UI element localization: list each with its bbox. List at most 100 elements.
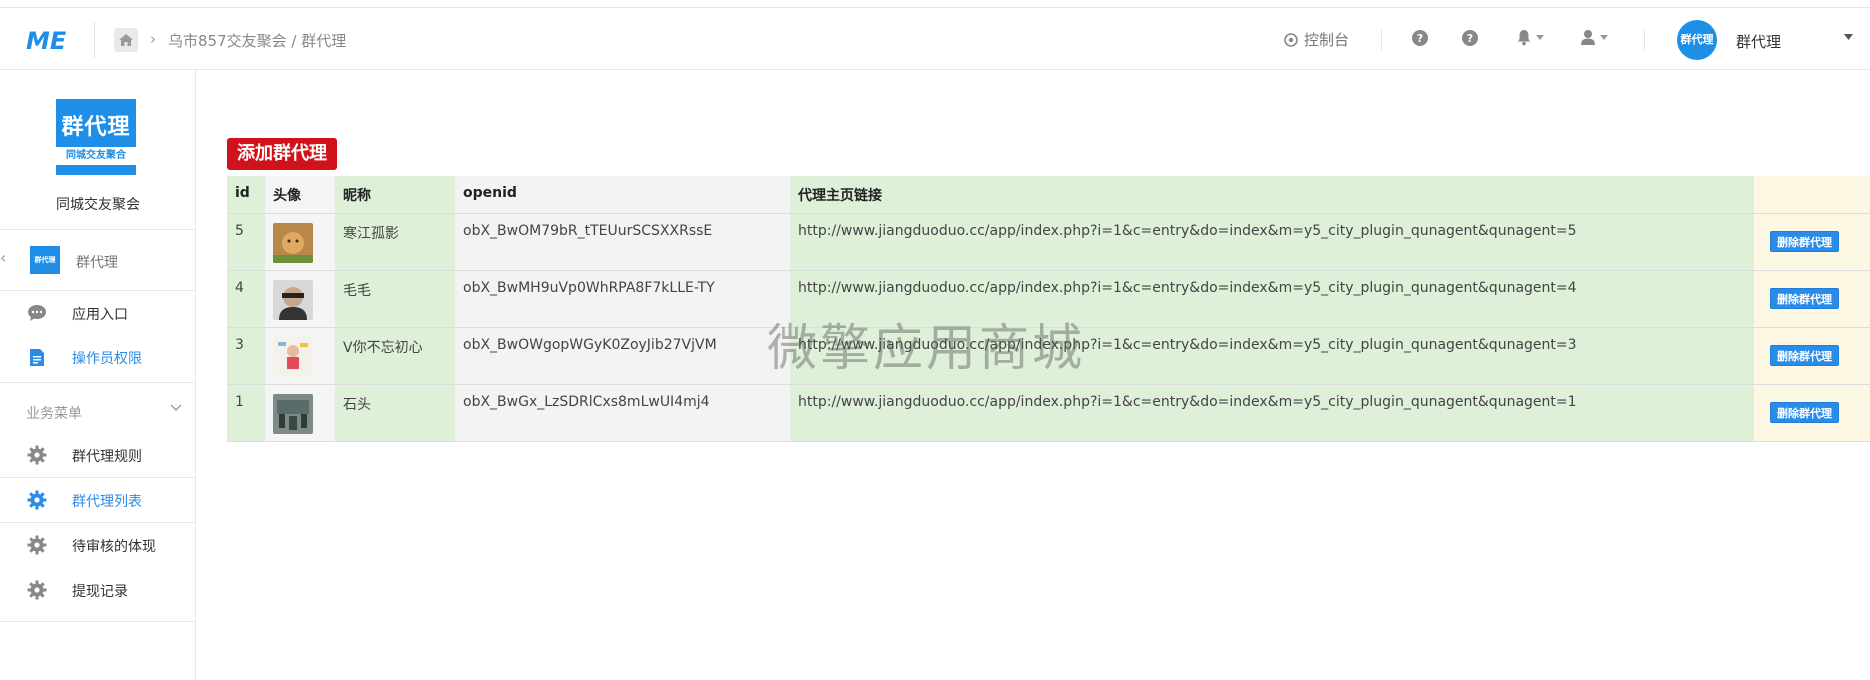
svg-text:ME: ME: [26, 27, 67, 55]
delete-agent-button[interactable]: 删除群代理: [1770, 344, 1839, 366]
chevron-down-icon[interactable]: [170, 404, 182, 412]
delete-agent-button[interactable]: 删除群代理: [1770, 230, 1839, 252]
agent-table: id 头像 昵称 openid 代理主页链接 5 寒江孤影 obX_BwOM79…: [227, 176, 1870, 442]
document-icon: [27, 347, 47, 367]
gear-icon: [27, 445, 47, 465]
header-divider: [1381, 30, 1382, 50]
help-icon[interactable]: ?: [1411, 29, 1429, 47]
cell-avatar: [265, 213, 335, 271]
column-header-id: id: [227, 176, 265, 214]
cell-link[interactable]: http://www.jiangduoduo.cc/app/index.php?…: [790, 327, 1754, 385]
sidebar-item-pending-withdrawals[interactable]: 待审核的体现: [0, 523, 196, 567]
sidebar-item-app-entry[interactable]: 应用入口: [0, 291, 196, 335]
user-icon: [1581, 30, 1595, 45]
divider: [0, 382, 196, 383]
user-menu-button[interactable]: [1580, 29, 1608, 46]
user-avatar[interactable]: [273, 336, 313, 377]
console-label: 控制台: [1304, 31, 1350, 49]
cell-openid: obX_BwMH9uVp0WhRPA8F7kLLE-TY: [455, 270, 790, 328]
top-header: ME › 乌市857交友聚会 / 群代理 控制台 ? ? 群代理 群代理: [0, 8, 1870, 70]
cell-avatar: [265, 384, 335, 442]
sidebar: 群代理 同城交友聚合 同城交友聚会 ‹ 群代理 群代理 应用入口 操作员权限 业…: [0, 70, 196, 680]
delete-agent-button[interactable]: 删除群代理: [1770, 401, 1839, 423]
user-avatar[interactable]: [273, 393, 313, 434]
browser-strip: [0, 0, 1870, 8]
cell-nickname: V你不忘初心: [335, 327, 455, 385]
cell-actions: 删除群代理: [1754, 213, 1870, 271]
comment-icon: [27, 303, 47, 323]
chevron-right-icon: ›: [150, 30, 156, 48]
caret-down-icon: [1600, 35, 1608, 40]
cell-openid: obX_BwOWgopWGyK0ZoyJib27VjVM: [455, 327, 790, 385]
section-title: 业务菜单: [26, 406, 82, 422]
cell-id: 3: [227, 327, 265, 385]
cell-id: 5: [227, 213, 265, 271]
home-icon[interactable]: [114, 28, 138, 52]
cell-nickname: 石头: [335, 384, 455, 442]
cell-id: 4: [227, 270, 265, 328]
table-row: 5 寒江孤影 obX_BwOM79bR_tTEUurSCSXXRssE http…: [227, 213, 1870, 271]
column-header-actions: [1754, 176, 1870, 214]
sidebar-item-label: 群代理规则: [72, 449, 142, 465]
divider: [0, 229, 196, 230]
delete-agent-button[interactable]: 删除群代理: [1770, 287, 1839, 309]
notifications-button[interactable]: [1516, 29, 1544, 46]
add-agent-button[interactable]: 添加群代理: [227, 138, 337, 170]
cell-link[interactable]: http://www.jiangduoduo.cc/app/index.php?…: [790, 384, 1754, 442]
table-header-row: id 头像 昵称 openid 代理主页链接: [227, 176, 1870, 214]
sidebar-item-label: 待审核的体现: [72, 539, 156, 555]
app-logo[interactable]: 群代理 同城交友聚合: [56, 99, 136, 175]
header-divider: [1644, 30, 1645, 50]
sidebar-item-agent-rules[interactable]: 群代理规则: [0, 433, 196, 477]
console-link[interactable]: 控制台: [1284, 29, 1349, 50]
sidebar-item-label: 应用入口: [72, 307, 128, 323]
column-header-openid: openid: [455, 176, 790, 214]
cell-actions: 删除群代理: [1754, 384, 1870, 442]
sidebar-item-label: 操作员权限: [72, 351, 142, 367]
chevron-left-icon[interactable]: ‹: [0, 248, 6, 267]
caret-down-icon: [1536, 35, 1544, 40]
cell-nickname: 寒江孤影: [335, 213, 455, 271]
table-row: 3 V你不忘初心 obX_BwOWgopWGyK0ZoyJib27VjVM ht…: [227, 327, 1870, 385]
main-content: 添加群代理 id 头像 昵称 openid 代理主页链接 5 寒江孤影 obX_…: [196, 70, 1870, 680]
column-header-avatar: 头像: [265, 176, 335, 214]
cell-actions: 删除群代理: [1754, 270, 1870, 328]
sidebar-item-operator-permissions[interactable]: 操作员权限: [0, 335, 196, 379]
cell-openid: obX_BwOM79bR_tTEUurSCSXXRssE: [455, 213, 790, 271]
app-logo-subtitle: 同城交友聚合: [56, 147, 136, 165]
user-avatar[interactable]: [273, 222, 313, 263]
cell-nickname: 毛毛: [335, 270, 455, 328]
header-divider: [94, 22, 95, 58]
sidebar-item-label: 提现记录: [72, 584, 128, 600]
module-logo[interactable]: 群代理: [30, 246, 60, 274]
avatar-text: 群代理: [1680, 33, 1714, 46]
current-module-name[interactable]: 群代理: [76, 252, 118, 272]
cell-openid: obX_BwGx_LzSDRlCxs8mLwUI4mj4: [455, 384, 790, 442]
sidebar-item-withdrawal-records[interactable]: 提现记录: [0, 568, 196, 612]
breadcrumb[interactable]: 乌市857交友聚会 / 群代理: [168, 30, 346, 51]
account-avatar[interactable]: 群代理: [1677, 20, 1717, 60]
help-icon[interactable]: ?: [1461, 29, 1479, 47]
we7-logo[interactable]: ME: [26, 25, 74, 55]
app-name: 同城交友聚会: [56, 197, 140, 213]
svg-text:?: ?: [1417, 32, 1423, 45]
divider: [0, 621, 196, 622]
module-logo-text: 群代理: [34, 256, 56, 264]
sidebar-item-agent-list[interactable]: 群代理列表: [0, 478, 196, 522]
table-row: 1 石头 obX_BwGx_LzSDRlCxs8mLwUI4mj4 http:/…: [227, 384, 1870, 442]
gear-icon: [27, 535, 47, 555]
cell-actions: 删除群代理: [1754, 327, 1870, 385]
account-name[interactable]: 群代理: [1736, 31, 1781, 52]
table-row: 4 毛毛 obX_BwMH9uVp0WhRPA8F7kLLE-TY http:/…: [227, 270, 1870, 328]
cell-link[interactable]: http://www.jiangduoduo.cc/app/index.php?…: [790, 270, 1754, 328]
svg-text:?: ?: [1467, 32, 1473, 45]
user-avatar[interactable]: [273, 279, 313, 320]
dashboard-icon: [1284, 32, 1298, 47]
app-logo-title: 群代理: [61, 115, 131, 140]
column-header-nickname: 昵称: [335, 176, 455, 214]
cell-id: 1: [227, 384, 265, 442]
gear-icon: [27, 580, 47, 600]
gear-icon: [27, 490, 47, 510]
caret-down-icon[interactable]: [1844, 34, 1853, 40]
cell-link[interactable]: http://www.jiangduoduo.cc/app/index.php?…: [790, 213, 1754, 271]
